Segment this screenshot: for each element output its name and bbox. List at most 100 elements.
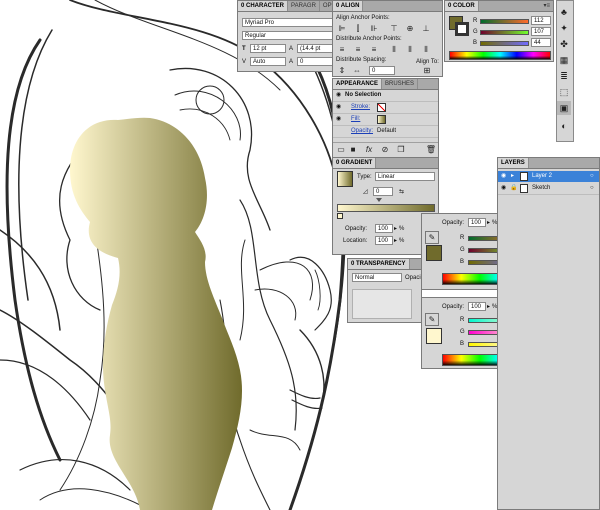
appearance-tabbar: APPEARANCE BRUSHES	[333, 79, 438, 90]
distribute-right-icon[interactable]: ⦀	[420, 44, 432, 55]
b-value-field[interactable]: 44	[531, 38, 551, 47]
tab-brushes[interactable]: BRUSHES	[382, 79, 419, 89]
gradient-location-dropdown-icon[interactable]: ▸	[394, 237, 397, 245]
stroke-tool-icon[interactable]: ≣	[557, 69, 571, 83]
eye-icon[interactable]: ◉	[336, 103, 341, 111]
gradient-tool-icon[interactable]: ▣	[557, 101, 571, 115]
tab-layers[interactable]: LAYERS	[498, 158, 529, 168]
font-size-field[interactable]: 12 pt	[250, 44, 286, 53]
lock-icon[interactable]: 🔒	[510, 184, 517, 192]
gradient-type-select[interactable]: Linear	[375, 172, 435, 181]
stroke-none-swatch[interactable]	[377, 103, 386, 112]
layer-name[interactable]: Layer 2	[532, 172, 552, 180]
distribute-left-icon[interactable]: ⦀	[388, 44, 400, 55]
gradient-preview-swatch[interactable]	[337, 171, 353, 187]
eye-icon[interactable]: ◉	[336, 115, 341, 123]
tab-transparency[interactable]: 0 TRANSPARENCY	[348, 259, 410, 269]
b-slider[interactable]	[480, 41, 529, 46]
g-value-field[interactable]: 107	[531, 27, 551, 36]
low-opacity-field[interactable]: 100	[468, 302, 486, 311]
layer-row-sketch[interactable]: ◉ 🔒 Sketch ○	[498, 183, 599, 195]
mid-opacity-dropdown-icon[interactable]: ▸	[487, 219, 490, 227]
transform-tool-icon[interactable]: ⬚	[557, 85, 571, 99]
gradient-stop-left[interactable]	[337, 213, 343, 219]
clear-icon[interactable]: ⊘	[379, 144, 391, 155]
gradient-opacity-field[interactable]: 100	[375, 224, 393, 233]
brushes-tool-icon[interactable]: ✦	[557, 21, 571, 35]
eye-icon[interactable]: ◉	[336, 91, 341, 99]
tab-gradient[interactable]: 0 GRADIENT	[333, 158, 377, 168]
tab-paragraph[interactable]: PARAGR	[288, 1, 320, 11]
gradient-midpoint-marker[interactable]	[376, 198, 382, 202]
leading-field[interactable]: (14.4 pt	[297, 44, 333, 53]
distribute-top-icon[interactable]: ≡	[336, 44, 348, 55]
layer-row-layer2[interactable]: ◉ ▸ Layer 2 ○	[498, 171, 599, 182]
transparency-panel: 0 TRANSPARENCY Normal Opaci	[347, 258, 422, 323]
distribute-vcenter-icon[interactable]: ≡	[352, 44, 364, 55]
stroke-swatch[interactable]	[455, 22, 469, 36]
blend-mode-select[interactable]: Normal	[352, 273, 402, 282]
transparency-tool-icon[interactable]: ◐	[557, 119, 571, 133]
gradient-angle-field[interactable]: 0	[373, 187, 393, 196]
layers-panel: LAYERS ◉ ▸ Layer 2 ○ ◉ 🔒 Sketch ○	[497, 157, 600, 510]
distribute-bottom-icon[interactable]: ≡	[368, 44, 380, 55]
distribute-hspace-icon[interactable]: ⇔	[351, 65, 363, 76]
low-g-label: G	[460, 329, 465, 335]
font-family-field[interactable]: Myriad Pro	[242, 18, 333, 27]
low-fill-swatch[interactable]	[426, 328, 442, 344]
spacing-field[interactable]: 0	[369, 66, 395, 75]
align-top-icon[interactable]: ⊤	[388, 23, 400, 34]
gradient-reverse-icon[interactable]: ⇆	[399, 188, 404, 196]
appearance-fill-row[interactable]: ◉ Fill:	[333, 114, 438, 126]
align-hcenter-icon[interactable]: ⫿	[352, 23, 364, 34]
stroke-label[interactable]: Stroke:	[351, 103, 370, 111]
add-fill-icon[interactable]: ■	[347, 144, 359, 155]
add-stroke-icon[interactable]: ▭	[335, 144, 347, 155]
r-slider[interactable]	[480, 19, 529, 24]
mid-opacity-field[interactable]: 100	[468, 218, 486, 227]
kerning-field[interactable]: Auto	[250, 57, 286, 66]
layer-name[interactable]: Sketch	[532, 184, 550, 192]
tab-color[interactable]: 0 COLOR	[445, 1, 479, 11]
target-icon[interactable]: ○	[590, 172, 594, 180]
tracking-field[interactable]: 0	[297, 57, 333, 66]
graphic-styles-tool-icon[interactable]: ▦	[557, 53, 571, 67]
fx-icon[interactable]: fx	[363, 144, 375, 155]
align-vcenter-icon[interactable]: ⊕	[404, 23, 416, 34]
low-opacity-dropdown-icon[interactable]: ▸	[487, 303, 490, 311]
align-to-icon[interactable]: ⊞	[421, 65, 433, 76]
tab-character[interactable]: 0 CHARACTER	[238, 1, 289, 11]
g-slider[interactable]	[480, 30, 529, 35]
duplicate-icon[interactable]: ❐	[395, 144, 407, 155]
align-left-icon[interactable]: ⊫	[336, 23, 348, 34]
gradient-location-field[interactable]: 100	[375, 236, 393, 245]
appearance-stroke-row[interactable]: ◉ Stroke:	[333, 102, 438, 114]
fill-gradient-swatch[interactable]	[377, 115, 386, 124]
target-icon[interactable]: ○	[590, 184, 594, 192]
r-value-field[interactable]: 112	[531, 16, 551, 25]
align-right-icon[interactable]: ⊪	[368, 23, 380, 34]
no-selection-label: No Selection	[345, 92, 382, 98]
swatches-tool-icon[interactable]: ✤	[557, 37, 571, 51]
gradient-ramp[interactable]	[337, 204, 435, 212]
color-picker-icon[interactable]: ✎	[425, 231, 439, 244]
eye-icon[interactable]: ◉	[501, 184, 506, 192]
align-bottom-icon[interactable]: ⊥	[420, 23, 432, 34]
fill-label[interactable]: Fill:	[351, 115, 360, 123]
trash-icon[interactable]: 🗑	[425, 144, 437, 155]
lock-toggle-icon[interactable]: ▸	[511, 172, 514, 180]
gradient-opacity-dropdown-icon[interactable]: ▸	[394, 225, 397, 233]
distribute-vspace-icon[interactable]: ⇕	[336, 65, 348, 76]
opacity-label[interactable]: Opacity:	[351, 127, 373, 135]
color-picker-icon[interactable]: ✎	[425, 313, 439, 326]
panel-menu-icon[interactable]: ▾≡	[543, 2, 550, 10]
tab-align[interactable]: 0 ALIGN	[333, 1, 364, 11]
appearance-opacity-row[interactable]: Opacity: Default	[333, 126, 438, 138]
color-spectrum[interactable]	[449, 51, 551, 60]
font-style-field[interactable]: Regular	[242, 31, 333, 40]
tab-appearance[interactable]: APPEARANCE	[333, 79, 383, 89]
mid-fill-swatch[interactable]	[426, 245, 442, 261]
symbols-tool-icon[interactable]: ♣	[557, 5, 571, 19]
distribute-hcenter-icon[interactable]: ⦀	[404, 44, 416, 55]
eye-icon[interactable]: ◉	[501, 172, 506, 180]
